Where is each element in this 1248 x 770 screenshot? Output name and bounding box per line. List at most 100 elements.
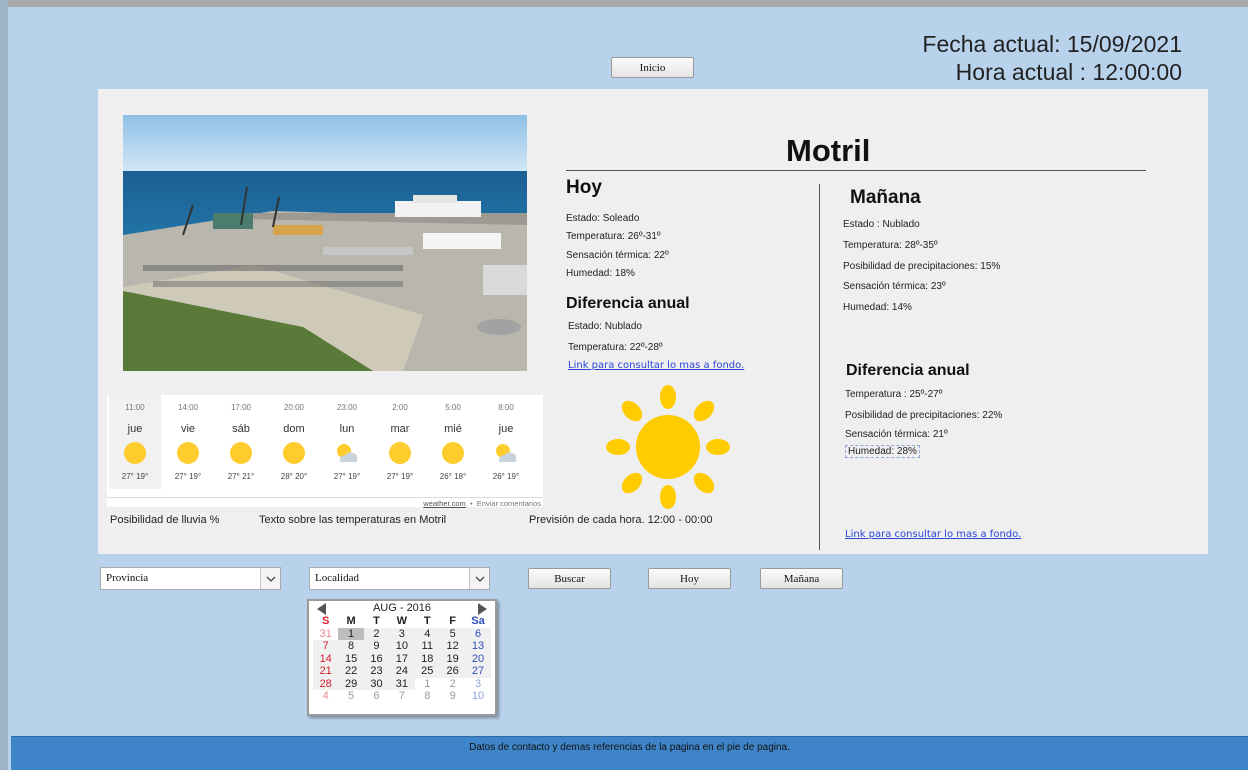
calendar-day[interactable]: 16 — [363, 652, 390, 665]
calendar-day[interactable]: 4 — [313, 690, 338, 703]
calendar-day[interactable]: 15 — [338, 652, 364, 665]
calendar-weekday: F — [449, 615, 457, 627]
calendar-day[interactable]: 25 — [414, 665, 440, 678]
calendar-day[interactable]: 12 — [439, 640, 466, 653]
calendar-day[interactable]: 9 — [363, 640, 390, 653]
tomorrow-details-link[interactable]: Link para consultar lo mas a fondo. — [845, 529, 1021, 540]
widget-divider — [107, 497, 543, 498]
calendar-day[interactable]: 26 — [439, 665, 466, 678]
search-button[interactable]: Buscar — [528, 568, 611, 589]
widget-day: jue — [127, 423, 143, 435]
calendar-month-title: AUG - 2016 — [372, 602, 432, 614]
send-feedback-link[interactable]: Enviar comentarios — [477, 499, 541, 508]
widget-temps: 28° 20° — [280, 472, 308, 481]
calendar-day[interactable]: 6 — [465, 627, 491, 640]
calendar-day[interactable]: 22 — [338, 665, 364, 678]
current-time: Hora actual : 12:00:00 — [955, 59, 1182, 85]
hourly-caption: Previsión de cada hora. 12:00 - 00:00 — [529, 514, 713, 526]
calendar-day[interactable]: 2 — [440, 678, 465, 691]
province-select-value: Provincia — [106, 572, 149, 584]
hourly-weather-widget: 11:00 jue 27° 19° 14:00 vie 27° 19° 17:0… — [107, 395, 543, 508]
calendar-day[interactable]: 20 — [465, 652, 491, 665]
today-details-link[interactable]: Link para consultar lo mas a fondo. — [568, 360, 744, 371]
calendar-day[interactable]: 18 — [414, 652, 440, 665]
calendar-day[interactable]: 5 — [439, 627, 466, 640]
calendar-day[interactable]: 2 — [363, 627, 390, 640]
calendar-day[interactable]: 7 — [313, 640, 339, 653]
calendar-day[interactable]: 1 — [415, 678, 440, 691]
calendar-day[interactable]: 1 — [338, 627, 364, 640]
calendar-day[interactable]: 10 — [465, 690, 490, 703]
calendar-week-row: 4 5 6 7 8 9 10 — [313, 690, 491, 703]
today-button[interactable]: Hoy — [648, 568, 731, 589]
partly-cloudy-icon — [496, 444, 517, 462]
today-title: Hoy — [566, 177, 602, 198]
calendar-weekday: S — [322, 615, 330, 627]
widget-day: mié — [444, 423, 462, 435]
calendar-day[interactable]: 19 — [439, 652, 466, 665]
today-annual-estado: Estado: Nublado — [568, 321, 642, 332]
home-button[interactable]: Inicio — [611, 57, 694, 78]
calendar-day[interactable]: 14 — [313, 652, 339, 665]
widget-time: 17:00 — [230, 403, 252, 412]
title-divider — [566, 170, 1146, 171]
calendar-day[interactable]: 4 — [414, 627, 440, 640]
sun-icon — [283, 442, 305, 464]
calendar-day[interactable]: 10 — [389, 640, 415, 653]
calendar-day[interactable]: 8 — [415, 690, 440, 703]
province-select[interactable]: Provincia — [100, 567, 281, 590]
calendar-weekday: Sa — [471, 615, 485, 627]
calendar-grid: S M T W T F Sa 31 1 2 3 4 5 6 7 8 9 10 11 12 13 14 15 16 17 18 19 2… — [313, 615, 491, 703]
calendar-day[interactable]: 27 — [465, 665, 491, 678]
calendar-day[interactable]: 28 — [313, 677, 339, 690]
calendar-day[interactable]: 24 — [389, 665, 415, 678]
widget-day: lun — [339, 423, 355, 435]
widget-day: dom — [283, 423, 305, 435]
today-estado: Estado: Soleado — [566, 213, 640, 224]
widget-temps: 27° 19° — [174, 472, 202, 481]
widget-time: 23:00 — [336, 403, 358, 412]
calendar-day[interactable]: 9 — [440, 690, 465, 703]
calendar-day[interactable]: 7 — [389, 690, 414, 703]
today-temperatura: Temperatura: 26º-31º — [566, 231, 661, 242]
calendar-weekday-row: S M T W T F Sa — [313, 615, 491, 628]
widget-time: 8:00 — [498, 403, 514, 412]
calendar-day[interactable]: 3 — [465, 678, 490, 691]
calendar-day[interactable]: 5 — [338, 690, 363, 703]
calendar-day[interactable]: 6 — [364, 690, 389, 703]
calendar-day[interactable]: 23 — [363, 665, 390, 678]
calendar-day[interactable]: 29 — [338, 677, 364, 690]
calendar-day[interactable]: 8 — [338, 640, 364, 653]
widget-day-col[interactable]: 11:00 jue 27° 19° — [109, 395, 161, 489]
tomorrow-annual-humedad: Humedad: 28% — [845, 445, 920, 458]
harbor-image — [123, 115, 527, 371]
widget-temps: 27° 19° — [386, 472, 414, 481]
calendar-week-row: 14 15 16 17 18 19 20 — [313, 652, 491, 665]
widget-temps: 27° 19° — [121, 472, 149, 481]
chevron-down-icon[interactable] — [260, 568, 280, 589]
tomorrow-annual-title: Diferencia anual — [846, 362, 970, 379]
locality-select[interactable]: Localidad — [309, 567, 490, 590]
calendar-day[interactable]: 3 — [389, 627, 415, 640]
tomorrow-button[interactable]: Mañana — [760, 568, 843, 589]
calendar-day[interactable]: 11 — [414, 640, 440, 653]
tomorrow-temperatura: Temperatura: 28º-35º — [843, 240, 938, 251]
weather-com-link[interactable]: weather.com — [423, 499, 466, 508]
today-annual-title: Diferencia anual — [566, 295, 690, 312]
calendar-week-row: 21 22 23 24 25 26 27 — [313, 665, 491, 678]
today-annual-temperatura: Temperatura: 22º-28º — [568, 342, 663, 353]
next-month-icon[interactable] — [478, 603, 487, 615]
column-divider — [819, 184, 820, 550]
calendar-day[interactable]: 13 — [465, 640, 491, 653]
calendar-day[interactable]: 21 — [313, 665, 339, 678]
calendar-day[interactable]: 30 — [363, 677, 390, 690]
widget-time: 20:00 — [283, 403, 305, 412]
today-sensacion: Sensación térmica: 22º — [566, 250, 669, 261]
calendar-day[interactable]: 31 — [389, 677, 415, 690]
window-left-border — [0, 0, 8, 770]
calendar-day[interactable]: 17 — [389, 652, 415, 665]
chevron-down-icon[interactable] — [469, 568, 489, 589]
calendar-day[interactable]: 31 — [313, 628, 338, 641]
locality-select-value: Localidad — [315, 572, 359, 584]
widget-time: 5:00 — [445, 403, 461, 412]
